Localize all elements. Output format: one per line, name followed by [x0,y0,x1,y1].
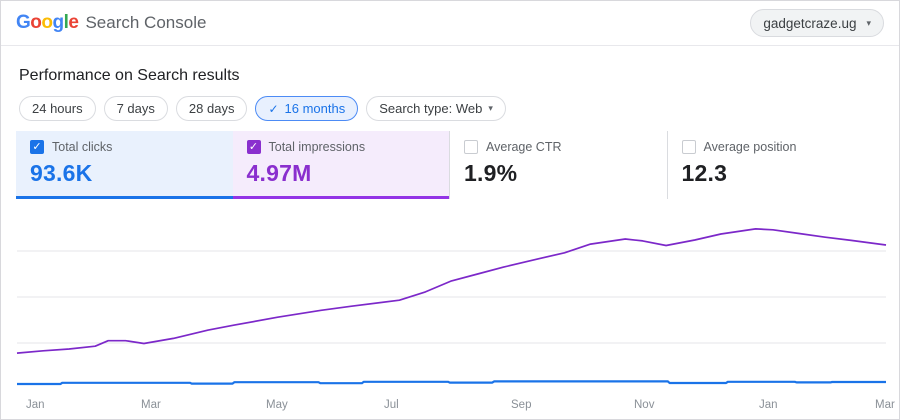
metric-card-total-impressions[interactable]: ✓ Total impressions 4.97M [232,131,450,199]
date-filter-chips: 24 hours 7 days 28 days ✓ 16 months Sear… [19,96,506,121]
metric-cards: ✓ Total clicks 93.6K ✓ Total impressions… [16,131,884,199]
chip-16-months[interactable]: ✓ 16 months [255,96,359,121]
chevron-down-icon: ▾ [488,103,493,113]
chip-label: 24 hours [32,101,83,116]
chip-label: 16 months [284,101,346,116]
chip-24-hours[interactable]: 24 hours [19,96,96,121]
x-axis-label: Mar [875,399,895,411]
logo-letter: e [68,12,79,33]
app-header: Google Search Console gadgetcraze.ug ▾ [1,1,899,46]
metric-label: Total clicks [52,140,113,154]
chip-label: 7 days [116,101,155,116]
logo-letter: g [52,12,65,33]
checkbox-checked-icon[interactable]: ✓ [246,140,261,154]
metric-card-total-clicks[interactable]: ✓ Total clicks 93.6K [16,131,233,199]
x-axis-label: Nov [634,399,655,411]
chip-search-type[interactable]: Search type: Web ▾ [366,96,506,121]
x-axis-label: May [266,399,288,411]
logo-letter: o [41,12,53,33]
search-console-page: Google Search Console gadgetcraze.ug ▾ P… [0,0,900,420]
property-selector[interactable]: gadgetcraze.ug ▾ [750,9,884,37]
metric-value: 12.3 [681,160,728,186]
metric-value: 4.97M [246,160,312,186]
chevron-down-icon: ▾ [866,17,871,28]
card-header: Average CTR [464,140,667,154]
chip-label: 28 days [188,101,235,116]
property-name: gadgetcraze.ug [763,15,857,31]
x-axis-label: Jan [759,399,778,411]
performance-line-chart[interactable] [1,201,900,396]
chip-7-days[interactable]: 7 days [103,96,168,121]
checkbox-unchecked-icon[interactable] [681,140,696,154]
metric-label: Average CTR [486,140,562,154]
metric-value: 93.6K [30,160,93,186]
x-axis-label: Mar [141,399,161,411]
chip-label: Search type: Web [379,101,483,116]
metric-label: Total impressions [268,140,366,154]
checkbox-unchecked-icon[interactable] [464,140,478,154]
card-header: ✓ Total clicks [30,140,233,154]
chip-28-days[interactable]: 28 days [175,96,248,121]
logo-letter: o [30,12,42,33]
checkbox-checked-icon[interactable]: ✓ [30,140,44,154]
metric-card-average-ctr[interactable]: Average CTR 1.9% [449,131,667,199]
metric-value: 1.9% [464,160,518,186]
product-name: Search Console [85,13,207,32]
metric-card-average-position[interactable]: Average position 12.3 [666,131,885,199]
card-header: Average position [681,140,885,154]
logo-letter: G [16,12,31,33]
google-logo[interactable]: Google [16,12,79,34]
x-axis-label: Sep [511,399,532,411]
x-axis-label: Jan [26,399,45,411]
card-header: ✓ Total impressions [246,140,450,154]
page-title: Performance on Search results [19,67,240,84]
checkmark-icon: ✓ [268,101,279,116]
x-axis-label: Jul [384,399,399,411]
metric-label: Average position [703,140,797,154]
